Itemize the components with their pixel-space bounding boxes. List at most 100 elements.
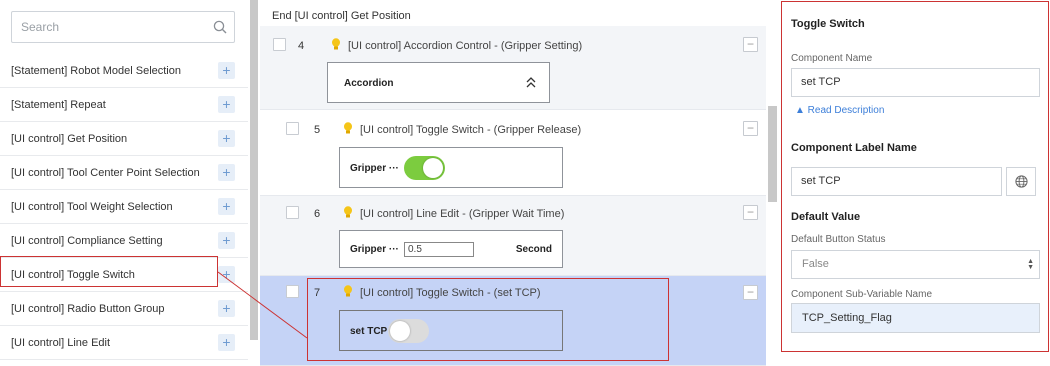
- step-title: End [UI control] Get Position: [272, 10, 411, 22]
- plus-icon: +: [222, 130, 231, 146]
- minus-icon: −: [746, 285, 754, 299]
- language-button[interactable]: [1006, 167, 1036, 196]
- search-box: [11, 11, 235, 43]
- collapse-step-button[interactable]: −: [743, 37, 758, 52]
- default-button-status-label: Default Button Status: [791, 234, 886, 245]
- lightbulb-icon: [344, 206, 352, 218]
- step-number: 6: [314, 208, 321, 220]
- step-number: 4: [298, 40, 305, 52]
- minus-icon: −: [746, 205, 754, 219]
- toggle-knob: [423, 158, 443, 178]
- plus-icon: +: [222, 300, 231, 316]
- unit-label: Second: [515, 244, 552, 255]
- add-command-button[interactable]: +: [218, 334, 235, 351]
- command-label: [Statement] Repeat: [11, 99, 106, 111]
- lightbulb-icon: [332, 38, 340, 50]
- command-item-toggle-switch[interactable]: [UI control] Toggle Switch +: [0, 258, 248, 292]
- collapse-step-button[interactable]: −: [743, 205, 758, 220]
- step-checkbox[interactable]: [286, 206, 299, 219]
- left-scrollbar[interactable]: [250, 0, 258, 340]
- command-item[interactable]: [UI control] Tool Center Point Selection…: [0, 156, 248, 190]
- read-description-link[interactable]: ▲ Read Description: [795, 105, 884, 116]
- collapse-step-button[interactable]: −: [743, 285, 758, 300]
- step-title: [UI control] Toggle Switch - (Gripper Re…: [360, 124, 582, 136]
- properties-title: Toggle Switch: [791, 18, 865, 30]
- default-value-heading: Default Value: [791, 211, 861, 223]
- command-label: [UI control] Tool Center Point Selection: [11, 167, 200, 179]
- step-title: [UI control] Toggle Switch - (set TCP): [360, 287, 541, 299]
- command-label: [UI control] Tool Weight Selection: [11, 201, 173, 213]
- command-label: [UI control] Get Position: [11, 133, 128, 145]
- command-item[interactable]: [UI control] Line Edit +: [0, 326, 248, 360]
- command-item[interactable]: [UI control] Get Position +: [0, 122, 248, 156]
- program-step[interactable]: 6 [UI control] Line Edit - (Gripper Wait…: [260, 196, 766, 276]
- collapse-step-button[interactable]: −: [743, 121, 758, 136]
- command-label: [UI control] Toggle Switch: [11, 269, 135, 281]
- preview-label: Gripper ···: [350, 244, 399, 255]
- globe-icon: [1015, 175, 1028, 188]
- gripper-wait-time-input[interactable]: 0.5: [404, 242, 474, 257]
- plus-icon: +: [222, 232, 231, 248]
- command-item[interactable]: [Statement] Repeat +: [0, 88, 248, 122]
- line-edit-preview: Gripper ··· 0.5 Second: [339, 230, 563, 268]
- add-command-button[interactable]: +: [218, 300, 235, 317]
- add-command-button[interactable]: +: [218, 130, 235, 147]
- program-step-selected[interactable]: 7 [UI control] Toggle Switch - (set TCP)…: [260, 276, 766, 366]
- select-arrows-icon: ▲ ▼: [1027, 258, 1034, 271]
- command-label: [UI control] Compliance Setting: [11, 235, 163, 247]
- step-checkbox[interactable]: [286, 285, 299, 298]
- search-icon[interactable]: [213, 20, 227, 34]
- preview-label: Accordion: [344, 78, 394, 89]
- properties-panel: Toggle Switch Component Name set TCP ▲ R…: [781, 1, 1049, 352]
- program-step[interactable]: 4 [UI control] Accordion Control - (Grip…: [260, 26, 766, 110]
- add-command-button[interactable]: +: [218, 96, 235, 113]
- plus-icon: +: [222, 334, 231, 350]
- step-checkbox[interactable]: [286, 122, 299, 135]
- plus-icon: +: [222, 198, 231, 214]
- plus-icon: +: [222, 164, 231, 180]
- command-item[interactable]: [UI control] Tool Weight Selection +: [0, 190, 248, 224]
- set-tcp-toggle[interactable]: [388, 319, 429, 343]
- lightbulb-icon: [344, 285, 352, 297]
- plus-icon: +: [222, 266, 231, 282]
- preview-label: set TCP: [350, 326, 388, 337]
- command-item[interactable]: [UI control] Radio Button Group +: [0, 292, 248, 326]
- toggle-knob: [390, 321, 410, 341]
- select-value: False: [802, 258, 829, 270]
- component-name-label: Component Name: [791, 53, 873, 64]
- step-checkbox[interactable]: [273, 38, 286, 51]
- add-command-button[interactable]: +: [218, 164, 235, 181]
- toggle-switch-preview: Gripper ···: [339, 147, 563, 188]
- search-input[interactable]: [12, 12, 202, 42]
- chevron-double-up-icon: [526, 77, 536, 88]
- component-name-input[interactable]: set TCP: [791, 68, 1040, 97]
- program-tree-panel: End [UI control] Get Position 4 [UI cont…: [260, 0, 778, 366]
- add-command-button[interactable]: +: [218, 198, 235, 215]
- step-title: [UI control] Line Edit - (Gripper Wait T…: [360, 208, 565, 220]
- lightbulb-icon: [344, 122, 352, 134]
- add-command-button[interactable]: +: [218, 62, 235, 79]
- program-step-partial: End [UI control] Get Position: [260, 0, 766, 26]
- accordion-preview[interactable]: Accordion: [327, 62, 550, 103]
- plus-icon: +: [222, 96, 231, 112]
- component-label-name-input[interactable]: set TCP: [791, 167, 1002, 196]
- add-command-button[interactable]: +: [218, 232, 235, 249]
- command-list: [Statement] Robot Model Selection + [Stat…: [0, 54, 248, 360]
- command-label: [UI control] Radio Button Group: [11, 303, 165, 315]
- add-command-button[interactable]: +: [218, 266, 235, 283]
- command-item[interactable]: [Statement] Robot Model Selection +: [0, 54, 248, 88]
- plus-icon: +: [222, 62, 231, 78]
- minus-icon: −: [746, 121, 754, 135]
- component-label-name-heading: Component Label Name: [791, 142, 917, 154]
- default-button-status-select[interactable]: False ▲ ▼: [791, 250, 1040, 279]
- program-step[interactable]: 5 [UI control] Toggle Switch - (Gripper …: [260, 110, 766, 196]
- gripper-release-toggle[interactable]: [404, 156, 445, 180]
- step-number: 7: [314, 287, 321, 299]
- toggle-switch-preview: set TCP: [339, 310, 563, 351]
- command-item[interactable]: [UI control] Compliance Setting +: [0, 224, 248, 258]
- program-scrollbar[interactable]: [768, 106, 777, 202]
- command-label: [Statement] Robot Model Selection: [11, 65, 181, 77]
- step-number: 5: [314, 124, 321, 136]
- sub-variable-name-label: Component Sub-Variable Name: [791, 289, 933, 300]
- sub-variable-name-field: TCP_Setting_Flag: [791, 303, 1040, 333]
